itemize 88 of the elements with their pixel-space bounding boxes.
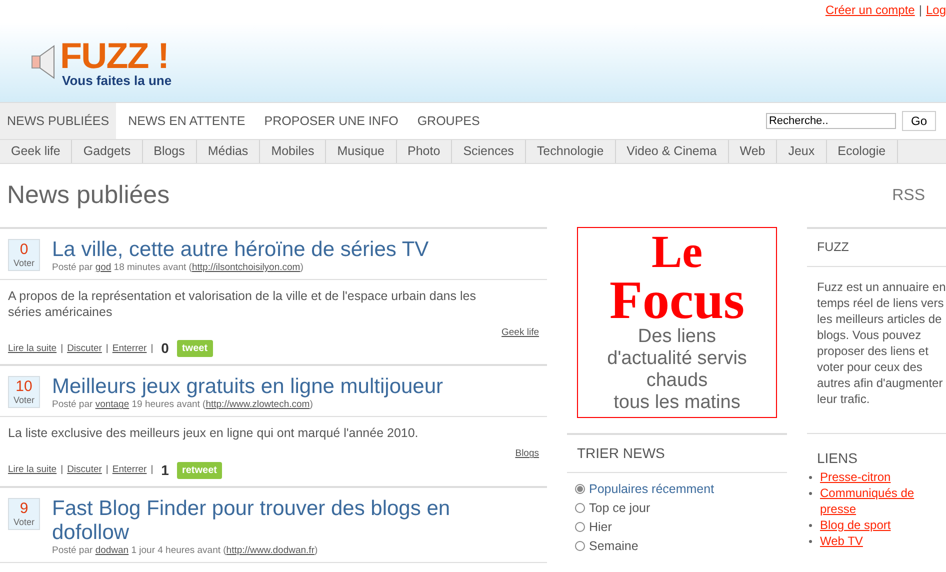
- section-title: FUZZ: [807, 229, 946, 267]
- category-tab[interactable]: Médias: [196, 140, 260, 163]
- radio-button[interactable]: [575, 484, 585, 494]
- action-link[interactable]: Lire la suite: [8, 462, 57, 478]
- separator-text: |: [150, 462, 154, 477]
- radio-button[interactable]: [575, 522, 585, 532]
- separator-text: |: [60, 342, 64, 356]
- sort-option[interactable]: Hier: [575, 519, 779, 535]
- vote-count: 10: [16, 379, 32, 394]
- post-title[interactable]: La ville, cette autre héroïne de séries TV: [52, 238, 429, 262]
- ad-text: Des liens d'actualité servis chauds tous les matins: [607, 326, 747, 414]
- category-tab[interactable]: Mobiles: [260, 140, 326, 163]
- category-tab[interactable]: Jeux: [777, 140, 827, 163]
- byline-link[interactable]: dodwan: [95, 544, 129, 556]
- link-item[interactable]: Blog de sport: [820, 516, 891, 533]
- separator-text: |: [106, 462, 108, 477]
- sort-option[interactable]: Top ce jour: [575, 500, 779, 516]
- vote-label: Voter: [13, 518, 34, 526]
- bullet-icon: [809, 492, 812, 495]
- category-tab[interactable]: Geek life: [0, 140, 72, 163]
- share-count: 1: [161, 460, 169, 480]
- post-byline: Posté par god 18 minutes avant (http://ilsontchoisilyon.com): [52, 262, 304, 274]
- category-tab[interactable]: Sciences: [452, 140, 526, 163]
- category-link[interactable]: Blogs: [515, 447, 539, 462]
- category-tab[interactable]: Blogs: [142, 140, 197, 163]
- section-title: LIENS: [816, 448, 858, 468]
- post-description: A propos de la représentation et valorisation de la ville et de l'espace urbain dans les séries américaines: [8, 288, 477, 320]
- page-title: News publiées: [7, 180, 170, 211]
- vote-count: 0: [20, 242, 28, 257]
- category-tab[interactable]: Musique: [326, 140, 397, 163]
- byline-link[interactable]: http://www.zlowtech.com: [206, 399, 310, 410]
- sort-option[interactable]: Semaine: [575, 538, 779, 554]
- separator-text: |: [60, 462, 64, 477]
- nav-tab[interactable]: PROPOSER UNE INFO: [257, 103, 406, 139]
- post-byline: Posté par vontage 19 heures avant (http://www.zlowtech.com): [52, 399, 314, 412]
- byline-link[interactable]: http://www.dodwan.fr: [226, 544, 314, 556]
- post-title[interactable]: Meilleurs jeux gratuits en ligne multijoueur: [52, 375, 444, 400]
- category-link[interactable]: Geek life: [502, 326, 539, 340]
- rss-link[interactable]: RSS: [892, 184, 925, 208]
- nav-tab[interactable]: NEWS EN ATTENTE: [121, 103, 252, 139]
- action-link[interactable]: Discuter: [67, 462, 102, 478]
- logo-tagline: Vous faites la une: [62, 74, 172, 86]
- category-tab[interactable]: Photo: [396, 140, 452, 163]
- action-link[interactable]: Discuter: [67, 342, 102, 356]
- ad-title: Le: [651, 230, 703, 274]
- logo-title: FUZZ !: [60, 38, 170, 74]
- radio-button[interactable]: [575, 541, 585, 551]
- byline-link[interactable]: vontage: [95, 399, 130, 410]
- separator-text: |: [106, 342, 108, 356]
- vote-label: Voter: [13, 396, 34, 406]
- vote-box[interactable]: 9 Voter: [8, 498, 40, 530]
- separator-text: |: [918, 2, 922, 19]
- action-link[interactable]: Enterrer: [112, 462, 147, 478]
- bullet-icon: [809, 540, 812, 543]
- sort-option[interactable]: Populaires récemment: [575, 481, 779, 497]
- link-item[interactable]: Web TV: [820, 532, 863, 549]
- action-link[interactable]: Enterrer: [112, 342, 147, 356]
- separator-text: |: [150, 342, 154, 356]
- radio-button[interactable]: [575, 503, 585, 513]
- top-link[interactable]: Log: [926, 1, 946, 19]
- nav-tab[interactable]: NEWS PUBLIÉES: [0, 103, 116, 139]
- vote-label: Voter: [13, 259, 34, 268]
- post-description: La liste exclusive des meilleurs jeux en ligne qui ont marqué l'année 2010.: [8, 425, 420, 442]
- go-button[interactable]: Go: [902, 111, 936, 131]
- section-title: TRIER NEWS: [567, 435, 787, 473]
- link-item[interactable]: Communiqués de presse: [820, 484, 946, 517]
- byline-link[interactable]: http://ilsontchoisilyon.com: [192, 262, 300, 273]
- bullet-icon: [809, 476, 812, 479]
- post-title[interactable]: Fast Blog Finder pour trouver des blogs en dofollow: [52, 496, 492, 544]
- category-tab[interactable]: Technologie: [526, 140, 616, 163]
- category-tab[interactable]: Video & Cinema: [616, 140, 729, 163]
- share-count: 0: [161, 339, 169, 358]
- post-byline: Posté par dodwan 1 jour 4 heures avant (http://www.dodwan.fr): [52, 544, 319, 556]
- category-tab[interactable]: Gadgets: [72, 140, 143, 163]
- category-tab[interactable]: Ecologie: [826, 140, 898, 163]
- byline-link[interactable]: god: [95, 262, 112, 273]
- about-text: Fuzz est un annuaire en temps réel de liens vers les meilleurs articles de blogs. Vous pouvez proposer des liens et voter pour ceux des autres afin d'augmenter leur trafic.: [816, 278, 946, 408]
- link-item[interactable]: Presse-citron: [820, 468, 891, 485]
- top-link[interactable]: Créer un compte: [825, 1, 915, 19]
- ad-title: Focus: [610, 274, 744, 326]
- category-tab[interactable]: Web: [728, 140, 778, 163]
- nav-tab[interactable]: GROUPES: [410, 103, 487, 139]
- action-link[interactable]: Lire la suite: [8, 342, 57, 356]
- search-field[interactable]: Recherche..: [766, 113, 896, 129]
- vote-count: 9: [20, 500, 28, 516]
- vote-box[interactable]: 10 Voter: [8, 376, 40, 408]
- vote-box[interactable]: 0 Voter: [8, 239, 40, 271]
- bullet-icon: [809, 524, 812, 527]
